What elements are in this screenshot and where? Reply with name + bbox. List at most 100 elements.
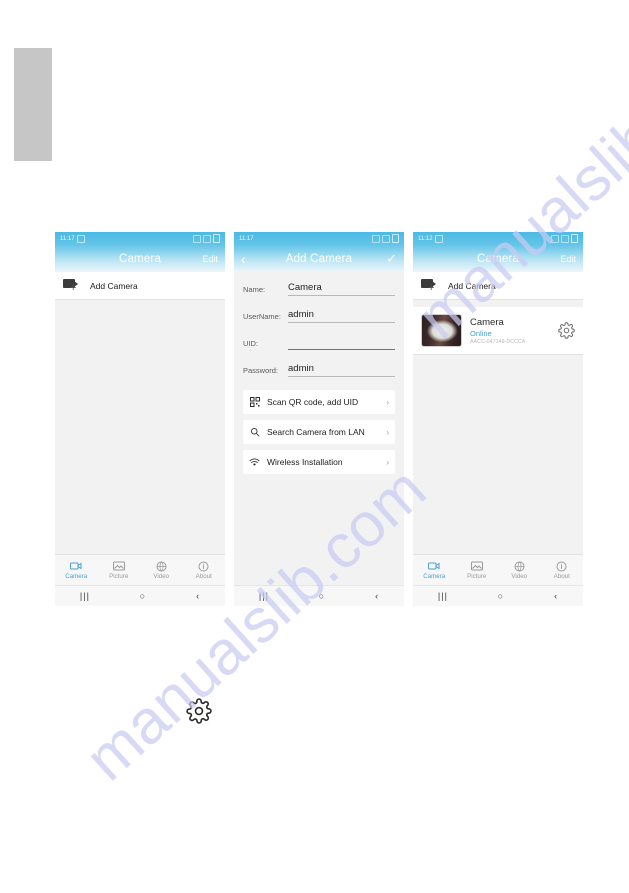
uid-input[interactable] bbox=[288, 336, 395, 347]
tab-camera[interactable]: Camera bbox=[413, 560, 456, 580]
page-title: Camera bbox=[476, 252, 520, 265]
camera-icon bbox=[70, 560, 82, 572]
app-bar: Camera Edit bbox=[55, 245, 225, 272]
password-input[interactable]: admin bbox=[288, 363, 395, 374]
nav-home-button[interactable]: ○ bbox=[498, 591, 504, 601]
field-name: Name: Camera bbox=[243, 282, 395, 296]
add-camera-form: Name: Camera UserName: admin UID: Passwo… bbox=[234, 272, 404, 474]
nav-back-button[interactable]: ‹ bbox=[554, 591, 558, 601]
field-uid: UID: bbox=[243, 336, 395, 350]
info-icon bbox=[198, 560, 209, 572]
camera-name: Camera bbox=[470, 316, 504, 328]
search-icon bbox=[249, 427, 260, 437]
picture-icon bbox=[112, 560, 125, 572]
app-bar: ‹ Add Camera ✓ bbox=[234, 245, 404, 272]
status-bar-right bbox=[372, 234, 399, 243]
notification-icon bbox=[434, 234, 443, 243]
username-input[interactable]: admin bbox=[288, 309, 395, 320]
status-bar-right bbox=[551, 234, 578, 243]
camera-uid: AACC-047149-DCCCA bbox=[470, 338, 526, 345]
field-password-label: Password: bbox=[243, 366, 279, 375]
field-uid-control[interactable] bbox=[288, 336, 395, 350]
tab-video[interactable]: Video bbox=[140, 560, 183, 580]
field-username: UserName: admin bbox=[243, 309, 395, 323]
signal-icon bbox=[561, 234, 569, 243]
nav-home-button[interactable]: ○ bbox=[140, 591, 146, 601]
tab-picture[interactable]: Picture bbox=[98, 560, 141, 580]
add-camera-row[interactable]: + Add Camera bbox=[413, 272, 583, 300]
nav-home-button[interactable]: ○ bbox=[319, 591, 325, 601]
page-title: Add Camera bbox=[285, 252, 353, 265]
android-nav-bar: ||| ○ ‹ bbox=[55, 585, 225, 606]
nav-recents-button[interactable]: ||| bbox=[438, 591, 448, 601]
wifi-icon bbox=[249, 457, 260, 467]
camera-list-item[interactable]: Camera Online AACC-047149-DCCCA bbox=[413, 307, 583, 355]
gear-icon[interactable] bbox=[558, 322, 575, 339]
phone-screenshot-camera-list-added: 11:12 Camera Edit + Add Camera Camera On… bbox=[413, 232, 583, 606]
edit-button[interactable]: Edit bbox=[196, 254, 218, 264]
status-bar: 11:12 bbox=[413, 232, 583, 245]
camera-meta: Camera Online AACC-047149-DCCCA bbox=[470, 317, 550, 345]
app-bar: Camera Edit bbox=[413, 245, 583, 272]
back-arrow-icon[interactable]: ‹ bbox=[241, 252, 263, 266]
scan-qr-code-label: Scan QR code, add UID bbox=[267, 396, 359, 407]
field-name-control[interactable]: Camera bbox=[288, 282, 395, 296]
field-username-label: UserName: bbox=[243, 312, 281, 321]
chevron-right-icon: › bbox=[386, 397, 389, 407]
camera-snapshot-thumbnail[interactable] bbox=[421, 314, 462, 347]
nav-recents-button[interactable]: ||| bbox=[80, 591, 90, 601]
field-password-control[interactable]: admin bbox=[288, 363, 395, 377]
gear-icon bbox=[186, 698, 212, 724]
bottom-tab-bar: Camera Picture Video About bbox=[55, 554, 225, 585]
battery-icon bbox=[392, 234, 399, 243]
tab-video[interactable]: Video bbox=[498, 560, 541, 580]
add-camera-label: Add Camera bbox=[90, 280, 138, 291]
name-input[interactable]: Camera bbox=[288, 282, 395, 293]
sim-icon bbox=[372, 234, 380, 243]
tab-picture-label: Picture bbox=[467, 573, 487, 580]
tab-video-label: Video bbox=[511, 573, 528, 580]
bottom-tab-bar: Camera Picture Video About bbox=[413, 554, 583, 585]
tab-camera[interactable]: Camera bbox=[55, 560, 98, 580]
chevron-right-icon: › bbox=[386, 427, 389, 437]
screen-camera-list-empty: 11:17 Camera Edit + Add Camera Camera Pi… bbox=[55, 232, 225, 606]
page-edge-tab bbox=[14, 48, 52, 161]
signal-icon bbox=[382, 234, 390, 243]
status-time: 11:12 bbox=[418, 235, 433, 242]
field-username-control[interactable]: admin bbox=[288, 309, 395, 323]
add-camera-row[interactable]: + Add Camera bbox=[55, 272, 225, 300]
tab-picture[interactable]: Picture bbox=[456, 560, 499, 580]
nav-back-button[interactable]: ‹ bbox=[196, 591, 200, 601]
tab-picture-label: Picture bbox=[109, 573, 129, 580]
battery-icon bbox=[213, 234, 220, 243]
status-bar-left: 11:12 bbox=[418, 234, 443, 243]
edit-button[interactable]: Edit bbox=[554, 254, 576, 264]
info-icon bbox=[556, 560, 567, 572]
field-password: Password: admin bbox=[243, 363, 395, 377]
video-icon bbox=[514, 560, 525, 572]
signal-icon bbox=[203, 234, 211, 243]
screen-add-camera-form: 11:17 ‹ Add Camera ✓ Name: Camera UserNa… bbox=[234, 232, 404, 606]
android-nav-bar: ||| ○ ‹ bbox=[413, 585, 583, 606]
wireless-installation-label: Wireless Installation bbox=[267, 456, 343, 467]
confirm-check-icon[interactable]: ✓ bbox=[375, 252, 397, 265]
chevron-right-icon: › bbox=[386, 457, 389, 467]
tab-about-label: About bbox=[553, 573, 570, 580]
status-time: 11:17 bbox=[60, 235, 75, 242]
content-area: + Add Camera bbox=[55, 272, 225, 554]
android-nav-bar: ||| ○ ‹ bbox=[234, 585, 404, 606]
nav-back-button[interactable]: ‹ bbox=[375, 591, 379, 601]
wireless-installation-button[interactable]: Wireless Installation › bbox=[243, 450, 395, 474]
phone-screenshot-camera-list-empty: 11:17 Camera Edit + Add Camera Camera Pi… bbox=[55, 232, 225, 606]
scan-qr-code-button[interactable]: Scan QR code, add UID › bbox=[243, 390, 395, 414]
battery-icon bbox=[571, 234, 578, 243]
camera-plus-icon: + bbox=[63, 279, 81, 294]
tab-about[interactable]: About bbox=[183, 560, 226, 580]
tab-video-label: Video bbox=[153, 573, 170, 580]
status-time: 11:17 bbox=[239, 235, 254, 242]
search-camera-lan-button[interactable]: Search Camera from LAN › bbox=[243, 420, 395, 444]
tab-about[interactable]: About bbox=[541, 560, 584, 580]
nav-recents-button[interactable]: ||| bbox=[259, 591, 269, 601]
status-bar-left: 11:17 bbox=[239, 236, 254, 242]
sim-icon bbox=[193, 234, 201, 243]
